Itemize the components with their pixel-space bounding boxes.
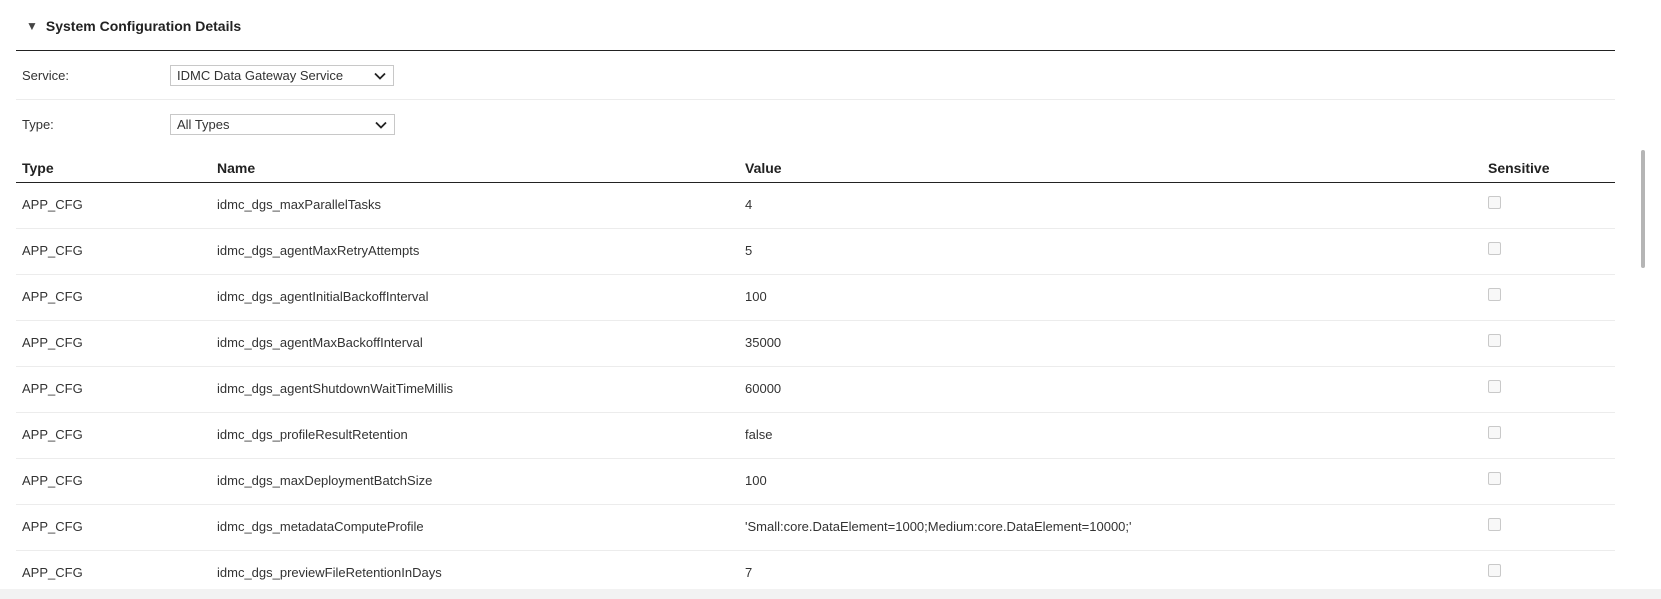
vertical-scrollbar[interactable]	[1636, 0, 1661, 599]
row-type: APP_CFG	[22, 335, 83, 350]
type-label: Type:	[22, 117, 54, 132]
row-name: idmc_dgs_profileResultRetention	[217, 427, 408, 442]
row-type: APP_CFG	[22, 381, 83, 396]
table-row: APP_CFG idmc_dgs_agentShutdownWaitTimeMi…	[16, 367, 1615, 413]
row-name: idmc_dgs_metadataComputeProfile	[217, 519, 424, 534]
row-type: APP_CFG	[22, 519, 83, 534]
sensitive-checkbox[interactable]	[1488, 242, 1501, 255]
row-name: idmc_dgs_agentMaxBackoffInterval	[217, 335, 423, 350]
row-name: idmc_dgs_agentMaxRetryAttempts	[217, 243, 420, 258]
row-name: idmc_dgs_agentShutdownWaitTimeMillis	[217, 381, 454, 396]
type-select[interactable]: All Types	[170, 114, 395, 135]
table-row: APP_CFG idmc_dgs_profileResultRetention …	[16, 413, 1615, 459]
chevron-down-icon	[374, 72, 386, 80]
row-value: false	[745, 427, 773, 442]
sensitive-checkbox[interactable]	[1488, 288, 1501, 301]
sensitive-checkbox[interactable]	[1488, 518, 1501, 531]
sensitive-checkbox[interactable]	[1488, 564, 1501, 577]
column-header-sensitive[interactable]: Sensitive	[1488, 160, 1549, 176]
row-name: idmc_dgs_agentInitialBackoffInterval	[217, 289, 429, 304]
table-row: APP_CFG idmc_dgs_metadataComputeProfile …	[16, 505, 1615, 551]
row-name: idmc_dgs_previewFileRetentionInDays	[217, 565, 442, 580]
row-type: APP_CFG	[22, 289, 83, 304]
sensitive-checkbox[interactable]	[1488, 334, 1501, 347]
service-label: Service:	[22, 68, 69, 83]
table-row: APP_CFG idmc_dgs_maxDeploymentBatchSize …	[16, 459, 1615, 505]
horizontal-scroll-area	[0, 589, 1661, 599]
sensitive-checkbox[interactable]	[1488, 426, 1501, 439]
column-header-type[interactable]: Type	[22, 160, 54, 176]
row-value: 60000	[745, 381, 782, 396]
row-value: 'Small:core.DataElement=1000;Medium:core…	[745, 519, 1132, 534]
table-row: APP_CFG idmc_dgs_agentInitialBackoffInte…	[16, 275, 1615, 321]
row-type: APP_CFG	[22, 243, 83, 258]
row-value: 7	[745, 565, 753, 580]
table-row: APP_CFG idmc_dgs_agentMaxBackoffInterval…	[16, 321, 1615, 367]
row-value: 4	[745, 197, 753, 212]
column-header-value[interactable]: Value	[745, 160, 782, 176]
column-header-name[interactable]: Name	[217, 160, 255, 176]
section-title: System Configuration Details	[45, 18, 242, 34]
row-value: 35000	[745, 335, 782, 350]
chevron-down-icon	[375, 121, 387, 129]
type-select-value: All Types	[177, 117, 230, 132]
system-config-page: ▼ System Configuration Details Service: …	[0, 0, 1661, 599]
row-name: idmc_dgs_maxDeploymentBatchSize	[217, 473, 433, 488]
service-select[interactable]: IDMC Data Gateway Service	[170, 65, 394, 86]
sensitive-checkbox[interactable]	[1488, 380, 1501, 393]
table-row: APP_CFG idmc_dgs_maxParallelTasks 4	[16, 183, 1615, 229]
row-value: 100	[745, 473, 767, 488]
scrollbar-thumb[interactable]	[1641, 150, 1645, 268]
sensitive-checkbox[interactable]	[1488, 472, 1501, 485]
row-type: APP_CFG	[22, 427, 83, 442]
table-row: APP_CFG idmc_dgs_agentMaxRetryAttempts 5	[16, 229, 1615, 275]
row-type: APP_CFG	[22, 197, 83, 212]
service-select-value: IDMC Data Gateway Service	[177, 68, 344, 83]
config-table-body: APP_CFG idmc_dgs_maxParallelTasks 4 APP_…	[16, 183, 1615, 597]
row-value: 5	[745, 243, 753, 258]
filter-divider	[16, 99, 1615, 100]
row-type: APP_CFG	[22, 473, 83, 488]
triangle-down-icon: ▼	[26, 19, 38, 33]
row-value: 100	[745, 289, 767, 304]
row-type: APP_CFG	[22, 565, 83, 580]
row-name: idmc_dgs_maxParallelTasks	[217, 197, 382, 212]
sensitive-checkbox[interactable]	[1488, 196, 1501, 209]
section-divider	[16, 50, 1615, 51]
section-toggle[interactable]: ▼ System Configuration Details	[26, 16, 241, 36]
